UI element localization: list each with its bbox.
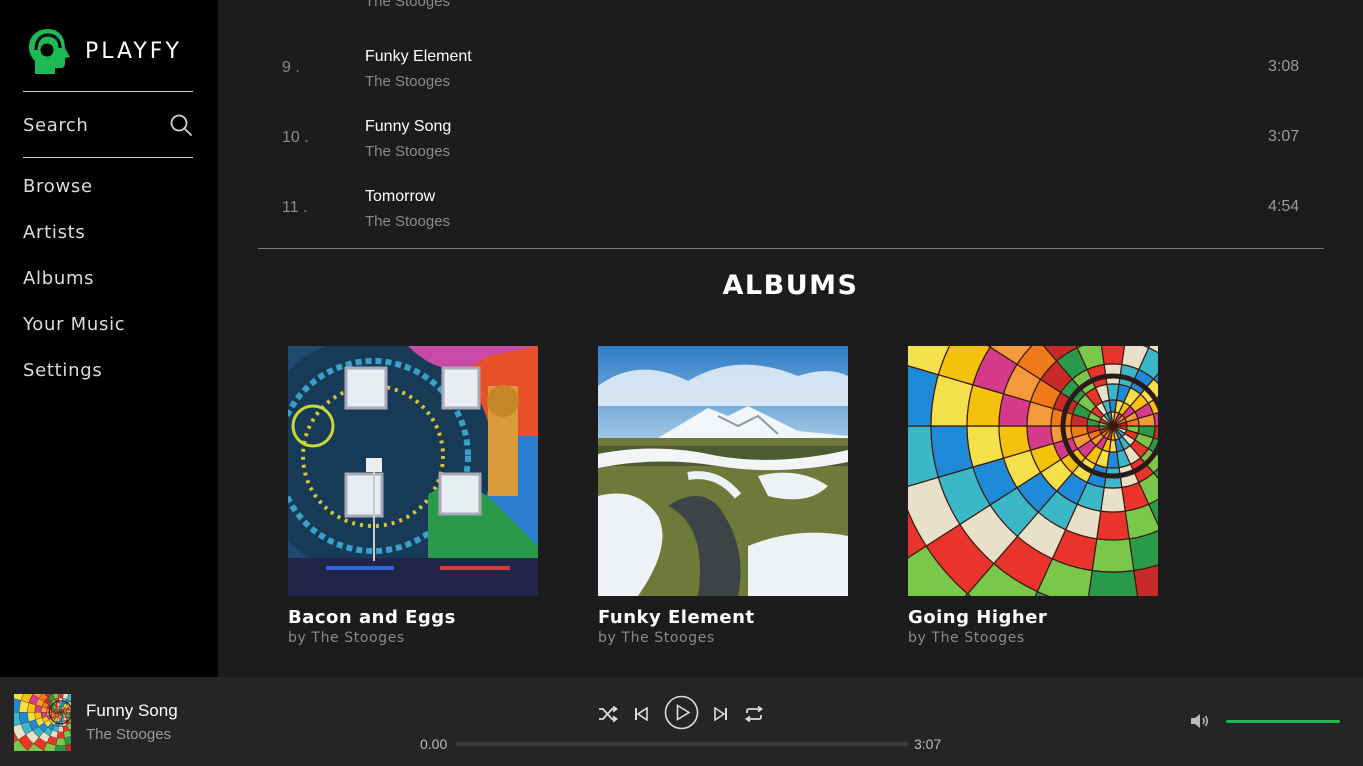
album-cover[interactable] [908,346,1158,596]
track-title[interactable]: Funny Song [365,118,451,136]
sidebar-nav: Browse Artists Albums Your Music Setting… [23,176,125,406]
total-time: 3:07 [914,736,942,752]
previous-button[interactable] [629,702,653,726]
track-artist[interactable]: The Stooges [365,73,450,90]
now-playing-title[interactable]: Funny Song [86,701,178,721]
app-name: PLAYFY [85,38,182,64]
search-icon[interactable] [169,113,193,137]
search-label: Search [23,114,89,136]
track-title[interactable]: Tomorrow [365,188,435,206]
sidebar-divider [23,157,193,158]
volume-slider[interactable] [1226,720,1340,723]
current-time: 0.00 [420,736,448,752]
track-duration: 3:07 [1268,128,1300,145]
track-row[interactable]: 9 . Funky Element The Stooges 3:08 [218,38,1363,108]
volume-fill [1226,720,1340,723]
shuffle-button[interactable] [596,702,620,726]
album-card[interactable]: Funky Element by The Stooges [598,346,848,646]
album-cover[interactable] [288,346,538,596]
track-number: 9 . [282,59,300,76]
main-content: The Stooges 9 . Funky Element The Stooge… [218,0,1363,677]
track-title[interactable]: Funky Element [365,48,472,66]
track-artist-partial: The Stooges [365,0,451,10]
album-cover[interactable] [598,346,848,596]
album-title[interactable]: Bacon and Eggs [288,607,538,628]
volume-icon [1191,714,1209,728]
album-title[interactable]: Funky Element [598,607,848,628]
search-box[interactable]: Search [23,110,193,140]
track-duration: 4:54 [1268,198,1300,215]
album-artist[interactable]: by The Stooges [288,630,538,646]
albums-heading: ALBUMS [722,270,859,301]
album-card[interactable]: Bacon and Eggs by The Stooges [288,346,538,646]
track-row[interactable]: 10 . Funny Song The Stooges 3:07 [218,108,1363,178]
progress-bar[interactable] [455,742,908,746]
album-artist[interactable]: by The Stooges [908,630,1158,646]
album-title[interactable]: Going Higher [908,607,1158,628]
track-artist[interactable]: The Stooges [365,143,450,160]
nav-artists[interactable]: Artists [23,222,125,268]
track-number: 11 . [282,199,308,216]
album-card[interactable]: Going Higher by The Stooges [908,346,1158,646]
nav-albums[interactable]: Albums [23,268,125,314]
next-button[interactable] [709,702,733,726]
volume-button[interactable] [1189,711,1213,736]
repeat-icon [744,706,764,722]
track-row[interactable]: 11 . Tomorrow The Stooges 4:54 [218,178,1363,248]
now-playing-cover[interactable] [14,694,71,751]
shuffle-icon [599,706,618,722]
play-button[interactable] [664,695,699,730]
now-playing-artist[interactable]: The Stooges [86,726,171,743]
nav-your-music[interactable]: Your Music [23,314,125,360]
sidebar-divider [23,91,193,92]
repeat-button[interactable] [742,702,766,726]
previous-icon [635,707,648,721]
track-number: 10 . [282,129,309,146]
play-icon [664,695,699,730]
track-artist[interactable]: The Stooges [365,213,450,230]
sidebar: PLAYFY Search Browse Artists Albums Your… [0,0,218,677]
next-icon [714,707,727,721]
player-bar: Funny Song The Stooges 0.00 3:07 [0,677,1363,766]
headphone-head-icon [29,29,70,74]
album-artist[interactable]: by The Stooges [598,630,848,646]
nav-settings[interactable]: Settings [23,360,125,406]
app-logo[interactable]: PLAYFY [28,26,182,76]
nav-browse[interactable]: Browse [23,176,125,222]
track-duration: 3:08 [1268,58,1300,75]
section-divider [258,248,1324,249]
